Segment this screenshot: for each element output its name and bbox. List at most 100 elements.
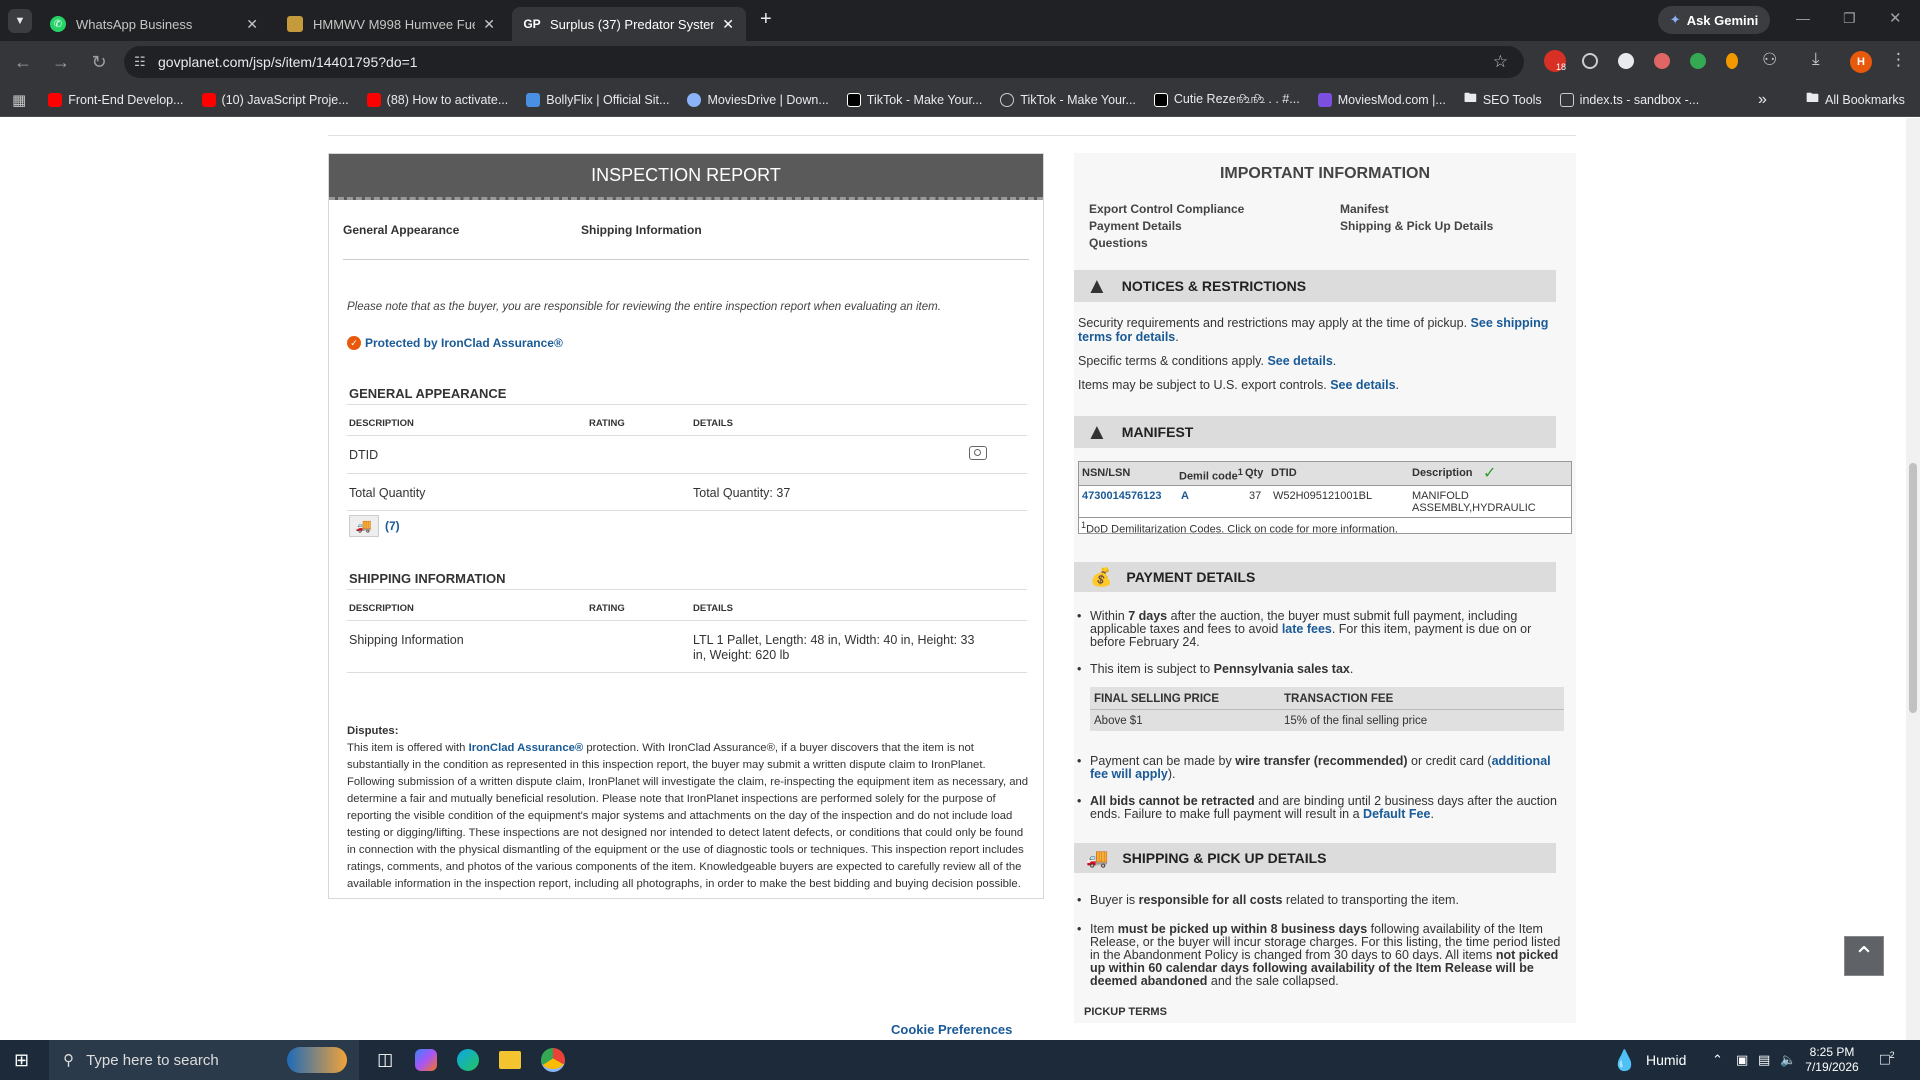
tab-shipping-information[interactable]: Shipping Information	[581, 223, 702, 237]
bookmark-item[interactable]: MoviesMod.com |...	[1317, 92, 1446, 107]
tab-govplanet[interactable]: GP Surplus (37) Predator Systems 2 ✕	[512, 7, 746, 41]
bookmark-item[interactable]: TikTok - Make Your...	[846, 92, 982, 107]
extensions-puzzle-icon[interactable]: ⚇	[1762, 50, 1777, 70]
apps-grid-icon[interactable]: ▦	[12, 91, 26, 109]
shipping-pickup-header: 🚚 SHIPPING & PICK UP DETAILS	[1074, 843, 1556, 873]
minimize-icon[interactable]: —	[1796, 10, 1810, 26]
web-page: INSPECTION REPORT General Appearance Shi…	[0, 118, 1920, 1040]
folder-icon: 🖿	[1806, 89, 1820, 105]
inspection-title: INSPECTION REPORT	[329, 154, 1043, 200]
tab-general-appearance[interactable]: General Appearance	[343, 223, 459, 237]
windows-start-icon[interactable]: ⊞	[14, 1050, 29, 1071]
ironclad-link[interactable]: IronClad Assurance®	[469, 742, 584, 754]
back-to-top-button[interactable]: ⌃	[1844, 936, 1884, 976]
tab-hmmwv[interactable]: HMMWV M998 Humvee Fuel Fi ✕	[275, 7, 507, 41]
bollyflix-icon	[526, 92, 541, 107]
download-icon[interactable]: ⤓	[1812, 49, 1820, 69]
scrollbar[interactable]	[1906, 118, 1920, 1040]
link-shipping-pickup[interactable]: Shipping & Pick Up Details	[1340, 218, 1493, 235]
extension-icon[interactable]	[1726, 53, 1738, 69]
tab-whatsapp[interactable]: ✆ WhatsApp Business ✕	[38, 7, 270, 41]
payment-bullet: Payment can be made by wire transfer (re…	[1077, 755, 1568, 781]
volume-icon[interactable]: 🔈	[1780, 1052, 1796, 1068]
new-tab-button[interactable]: +	[760, 8, 772, 31]
tray-icon[interactable]: ▣	[1736, 1052, 1748, 1068]
back-icon[interactable]: ←	[4, 52, 42, 73]
chrome-icon[interactable]	[541, 1048, 566, 1072]
bookmark-item[interactable]: Front-End Develop...	[48, 92, 184, 107]
payment-bullet: Within 7 days after the auction, the buy…	[1077, 610, 1568, 649]
bookmarks-bar: ▦ Front-End Develop... (10) JavaScript P…	[0, 83, 1920, 117]
tab-search-icon[interactable]: ▼	[8, 9, 32, 33]
extension-icon[interactable]	[1654, 53, 1670, 69]
manifest-header-row: NSN/LSN Demil code1 Qty DTID Description…	[1079, 462, 1571, 486]
pickup-terms-label: PICKUP TERMS	[1084, 1006, 1167, 1018]
protected-link[interactable]: Protected by IronClad Assurance®	[365, 336, 563, 350]
notification-icon[interactable]: □2	[1880, 1050, 1895, 1069]
address-bar[interactable]: ☷ govplanet.com/jsp/s/item/14401795?do=1…	[124, 46, 1524, 78]
browser-tab-bar: ▼ ✆ WhatsApp Business ✕ HMMWV M998 Humve…	[0, 0, 1920, 41]
close-tab-icon[interactable]: ✕	[722, 16, 734, 33]
restore-icon[interactable]: ❐	[1843, 10, 1856, 27]
shipping-information-table: DESCRIPTION RATING DETAILS Shipping Info…	[347, 589, 1027, 673]
bookmark-item[interactable]: index.ts - sandbox -...	[1559, 92, 1699, 107]
photo-thumbnail[interactable]: 🚚	[349, 515, 379, 537]
profile-avatar[interactable]: H	[1850, 51, 1872, 73]
ironclad-shield-icon: ✓	[347, 336, 361, 350]
divider	[328, 135, 1576, 136]
edge-icon[interactable]	[457, 1049, 480, 1071]
extension-icon[interactable]	[1690, 53, 1706, 69]
task-view-icon[interactable]: ◫	[377, 1050, 393, 1070]
taskbar-search[interactable]: ⚲ Type here to search	[49, 1040, 360, 1080]
close-window-icon[interactable]: ✕	[1889, 9, 1902, 27]
reload-icon[interactable]: ↻	[80, 52, 118, 73]
link-manifest[interactable]: Manifest	[1340, 201, 1493, 218]
site-info-icon[interactable]: ☷	[134, 54, 146, 70]
general-appearance-table: DESCRIPTION RATING DETAILS DTID Total Qu…	[347, 404, 1027, 541]
gp-icon: GP	[523, 17, 541, 31]
bookmark-star-icon[interactable]: ☆	[1493, 52, 1508, 72]
bookmark-item[interactable]: (10) JavaScript Proje...	[201, 92, 349, 107]
cookie-preferences-link[interactable]: Cookie Preferences	[891, 1022, 1012, 1037]
demil-code-link[interactable]: A	[1181, 490, 1189, 502]
menu-icon[interactable]: ⋮	[1890, 50, 1907, 70]
extension-icon[interactable]: 18	[1544, 50, 1566, 72]
chevron-up-icon: ⌃	[1853, 940, 1875, 971]
ask-gemini-button[interactable]: ✦ Ask Gemini	[1658, 6, 1770, 34]
codesandbox-icon	[1559, 92, 1574, 107]
scrollbar-thumb[interactable]	[1909, 463, 1917, 713]
bookmark-item[interactable]: BollyFlix | Official Sit...	[526, 92, 669, 107]
camera-icon[interactable]	[969, 446, 987, 460]
bookmark-item[interactable]: TikTok - Make Your...	[1000, 92, 1136, 107]
notice-export: Items may be subject to U.S. export cont…	[1078, 378, 1400, 392]
disputes-text: Disputes: This item is offered with Iron…	[347, 725, 1029, 890]
bookmark-item[interactable]: Cutie Reze௺௺ . . #...	[1153, 92, 1300, 108]
shipping-bullet: Item must be picked up within 8 business…	[1077, 923, 1568, 988]
link-questions[interactable]: Questions	[1089, 235, 1244, 252]
gemini-icon: ✦	[1669, 12, 1681, 27]
copilot-icon[interactable]	[415, 1049, 438, 1071]
extension-globe-icon[interactable]	[1582, 53, 1598, 69]
photos-count-link[interactable]: (7)	[385, 519, 400, 533]
bookmark-item[interactable]: MoviesDrive | Down...	[687, 92, 829, 107]
file-explorer-icon[interactable]	[499, 1051, 522, 1069]
nsn-link[interactable]: 4730014576123	[1082, 490, 1162, 502]
globe-icon	[687, 92, 702, 107]
ironclad-badge[interactable]: ✓ Protected by IronClad Assurance®	[347, 336, 563, 350]
clock[interactable]: 8:25 PM 7/19/2026	[1800, 1045, 1864, 1075]
tray-chevron-icon[interactable]: ⌃	[1712, 1052, 1723, 1068]
extension-icon[interactable]	[1618, 53, 1634, 69]
link-export-control[interactable]: Export Control Compliance	[1089, 201, 1244, 218]
browser-toolbar: ← → ↻ ☷ govplanet.com/jsp/s/item/1440179…	[0, 41, 1920, 83]
all-bookmarks-folder[interactable]: 🖿 All Bookmarks	[1806, 89, 1905, 111]
close-tab-icon[interactable]: ✕	[246, 16, 258, 33]
link-payment-details[interactable]: Payment Details	[1089, 218, 1244, 235]
forward-icon[interactable]: →	[42, 52, 80, 73]
bookmark-item[interactable]: (88) How to activate...	[366, 92, 508, 107]
close-tab-icon[interactable]: ✕	[483, 16, 495, 33]
weather-text[interactable]: Humid	[1646, 1052, 1686, 1068]
bookmark-folder[interactable]: 🖿 SEO Tools	[1464, 89, 1542, 111]
shipping-bullet: Buyer is responsible for all costs relat…	[1077, 894, 1568, 908]
network-icon[interactable]: ▤	[1758, 1052, 1770, 1068]
more-bookmarks-icon[interactable]: »	[1758, 91, 1767, 109]
